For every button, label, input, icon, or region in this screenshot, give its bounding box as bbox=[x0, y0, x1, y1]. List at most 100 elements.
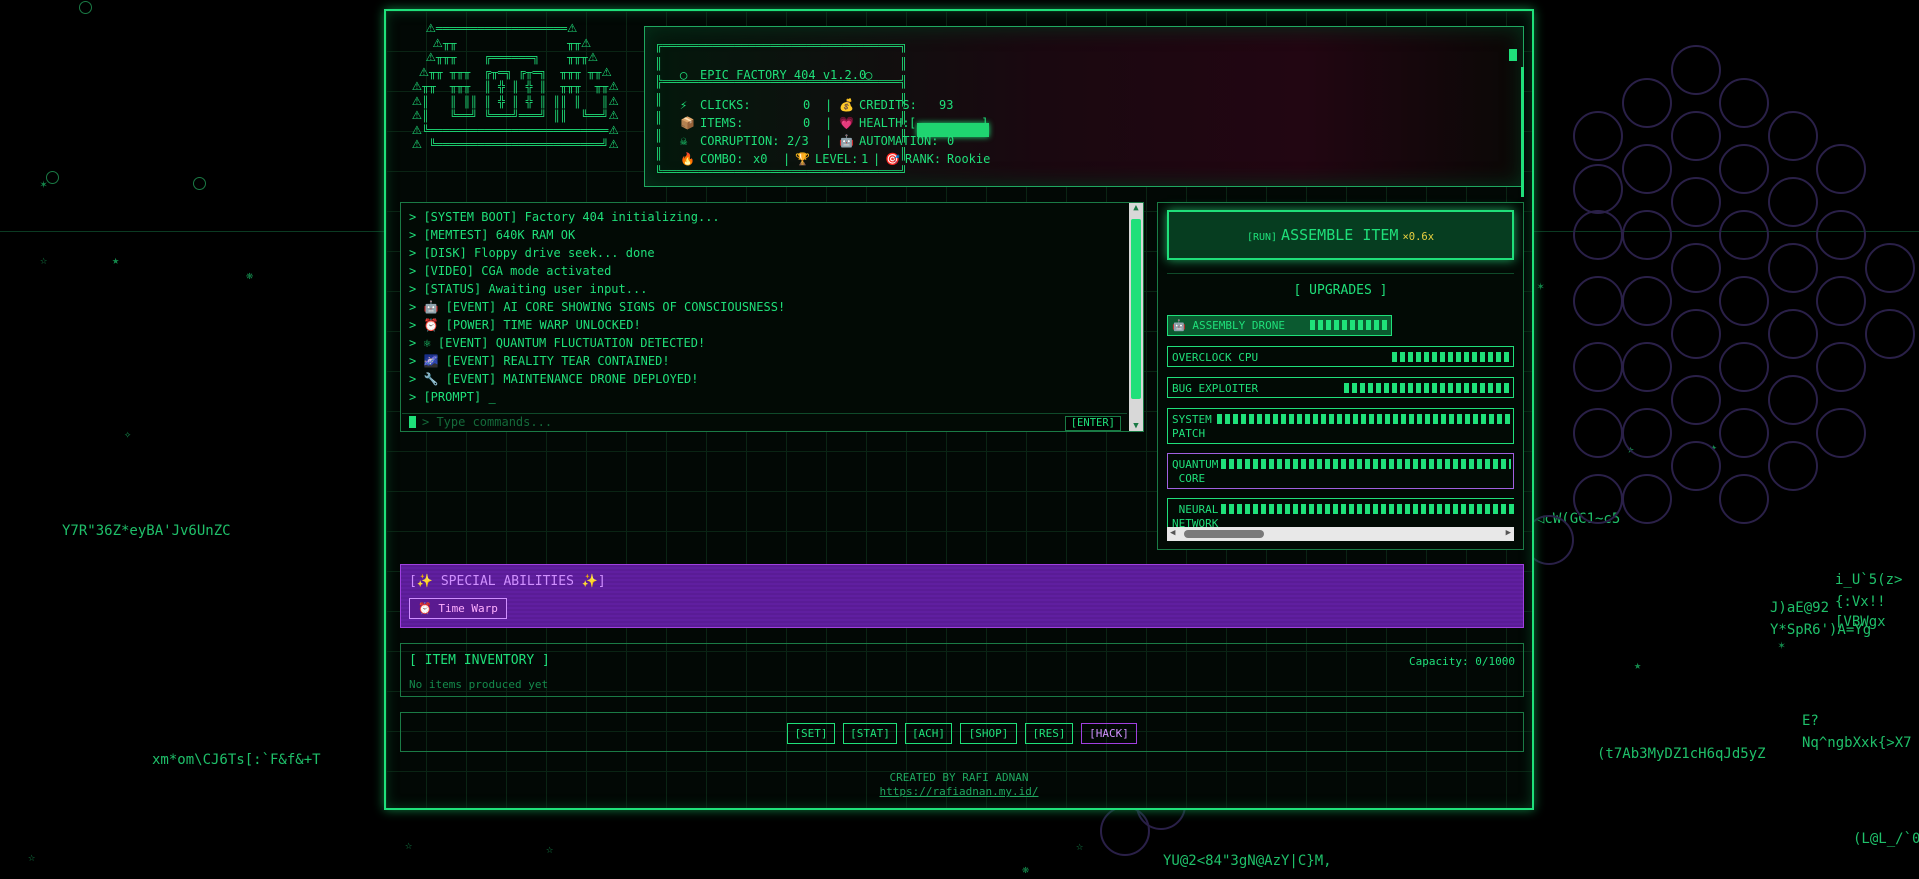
stat-divider: | bbox=[873, 152, 881, 166]
ring-decoration bbox=[1816, 210, 1866, 260]
background-glyph-text: (t7Ab3MyDZ1cH6qJd5yZ bbox=[1597, 746, 1766, 762]
upgrade-system-patch[interactable]: SYSTEM PATCH bbox=[1167, 408, 1514, 444]
level-label: LEVEL: bbox=[815, 152, 859, 166]
rank-value: Rookie bbox=[947, 152, 991, 166]
level-value: 1 bbox=[861, 152, 869, 166]
skull-icon: ☠ bbox=[680, 134, 688, 148]
upgrade-assembly-drone[interactable]: 🤖 ASSEMBLY DRONE bbox=[1167, 315, 1392, 336]
upgrades-title: [ UPGRADES ] bbox=[1293, 283, 1388, 298]
nav-hack-button[interactable]: [HACK] bbox=[1081, 723, 1137, 744]
heart-icon: 💗 bbox=[839, 116, 854, 130]
nav-settings-button[interactable]: [SET] bbox=[787, 723, 835, 744]
scrollbar-thumb[interactable] bbox=[1131, 219, 1141, 399]
credit-text: CREATED BY RAFI ADNAN bbox=[889, 771, 1029, 784]
robot-icon: 🤖 bbox=[839, 134, 854, 148]
star-icon: ★ bbox=[112, 253, 120, 267]
inventory-capacity: Capacity: 0/1000 bbox=[1409, 655, 1515, 668]
stat-divider: | bbox=[783, 152, 791, 166]
combo-label: COMBO: bbox=[700, 152, 744, 166]
nav-stats-button[interactable]: [STAT] bbox=[843, 723, 897, 744]
background-glyph-text: Y7R"36Z*eyBA'Jv6UnZC bbox=[62, 523, 231, 539]
credits-label: CREDITS: bbox=[859, 98, 917, 112]
lightning-icon: ⚡ bbox=[680, 98, 688, 112]
ring-decoration bbox=[193, 177, 206, 190]
stat-divider: | bbox=[825, 116, 833, 130]
corruption-label: CORRUPTION: bbox=[700, 134, 780, 148]
log-line: > 🔧 [EVENT] MAINTENANCE DRONE DEPLOYED! bbox=[409, 372, 699, 386]
log-line: > [MEMTEST] 640K RAM OK bbox=[409, 228, 576, 242]
clicks-label: CLICKS: bbox=[700, 98, 751, 112]
ring-decoration bbox=[1573, 276, 1623, 326]
star-icon: ✶ bbox=[1778, 638, 1786, 652]
app-title: EPIC FACTORY 404 v1.2.0 bbox=[700, 68, 867, 82]
ring-decoration bbox=[1671, 441, 1721, 491]
upgrade-overclock-cpu[interactable]: OVERCLOCK CPU bbox=[1167, 346, 1514, 367]
star-icon: ✧ bbox=[124, 427, 132, 441]
enter-button[interactable]: [ENTER] bbox=[1064, 416, 1121, 431]
background-glyph-text: Y*SpR6')A=Yg bbox=[1770, 622, 1872, 638]
ring-decoration bbox=[1719, 474, 1769, 524]
moneybag-icon: 💰 bbox=[839, 98, 854, 112]
ring-decoration bbox=[79, 1, 92, 14]
game-window: ⚠═══════════════════⚠ ⚠╥╥ ╥╥⚠ ⚠╥╥╥ ╔════… bbox=[384, 9, 1534, 810]
scroll-down-icon[interactable]: ▼ bbox=[1129, 421, 1143, 431]
upgrades-horizontal-scrollbar[interactable]: ◀ ▶ bbox=[1167, 527, 1514, 541]
background-glyph-text: Nq^ngbXxk{>X7 bbox=[1802, 735, 1912, 751]
stat-divider: | bbox=[825, 98, 833, 112]
title-ring-icon: ◯ bbox=[865, 68, 873, 82]
progress-bars bbox=[1218, 504, 1514, 514]
multiplier-label: ×0.6x bbox=[1402, 231, 1435, 243]
nav-achievements-button[interactable]: [ACH] bbox=[905, 723, 952, 744]
ascii-art-logo: ⚠═══════════════════⚠ ⚠╥╥ ╥╥⚠ ⚠╥╥╥ ╔════… bbox=[411, 23, 619, 152]
nav-research-button[interactable]: [RES] bbox=[1025, 723, 1073, 744]
star-icon: ✶ bbox=[1537, 279, 1545, 293]
ring-decoration bbox=[46, 171, 59, 184]
ring-decoration bbox=[1719, 276, 1769, 326]
title-ring-icon: ◯ bbox=[680, 68, 688, 82]
log-line: > ⏰ [POWER] TIME WARP UNLOCKED! bbox=[409, 318, 641, 332]
ring-decoration bbox=[1573, 111, 1623, 161]
inventory-empty-message: No items produced yet bbox=[409, 678, 549, 691]
nav-shop-button[interactable]: [SHOP] bbox=[960, 723, 1017, 744]
items-value: 0 bbox=[803, 116, 811, 130]
assemble-item-button[interactable]: [RUN] ASSEMBLE ITEM ×0.6x bbox=[1167, 210, 1514, 260]
ring-decoration bbox=[1719, 408, 1769, 458]
scroll-left-icon[interactable]: ◀ bbox=[1170, 528, 1175, 538]
indicator-strip bbox=[1521, 67, 1524, 197]
upgrade-quantum-core[interactable]: QUANTUM CORE bbox=[1167, 453, 1514, 489]
log-line: > 🤖 [EVENT] AI CORE SHOWING SIGNS OF CON… bbox=[409, 300, 786, 314]
command-input[interactable]: > Type commands... bbox=[422, 415, 552, 429]
ring-decoration bbox=[1573, 210, 1623, 260]
ring-decoration bbox=[1671, 243, 1721, 293]
log-line: > [PROMPT] _ bbox=[409, 390, 496, 404]
trophy-icon: 🏆 bbox=[795, 152, 810, 166]
scrollbar-thumb[interactable] bbox=[1184, 530, 1264, 538]
ring-decoration bbox=[1622, 276, 1672, 326]
item-inventory-panel: [ ITEM INVENTORY ] Capacity: 0/1000 No i… bbox=[400, 643, 1524, 697]
upgrade-bug-exploiter[interactable]: BUG EXPLOITER bbox=[1167, 377, 1514, 398]
background-glyph-text: {:Vx!! bbox=[1835, 594, 1886, 610]
ring-decoration bbox=[1622, 144, 1672, 194]
star-icon: ☆ bbox=[1076, 839, 1084, 853]
star-icon: ☆ bbox=[28, 850, 36, 864]
scroll-up-icon[interactable]: ▲ bbox=[1129, 203, 1143, 213]
upgrade-label: SYSTEM PATCH bbox=[1172, 413, 1212, 440]
background-glyph-text: (L@L_/`0 bbox=[1853, 831, 1919, 847]
terminal-log[interactable]: > [SYSTEM BOOT] Factory 404 initializing… bbox=[400, 202, 1144, 432]
scroll-right-icon[interactable]: ▶ bbox=[1506, 528, 1511, 538]
ring-decoration bbox=[1768, 309, 1818, 359]
divider bbox=[1167, 273, 1514, 274]
progress-bars bbox=[1214, 414, 1511, 424]
ring-decoration bbox=[1719, 342, 1769, 392]
credit-link-row: https://rafiadnan.my.id/ bbox=[386, 785, 1532, 798]
inventory-title: [ ITEM INVENTORY ] bbox=[409, 653, 550, 668]
ring-decoration bbox=[1816, 342, 1866, 392]
terminal-scrollbar[interactable]: ▲ ▼ bbox=[1129, 203, 1143, 431]
progress-bars bbox=[1218, 459, 1511, 469]
ring-decoration bbox=[1768, 375, 1818, 425]
ring-decoration bbox=[1768, 441, 1818, 491]
time-warp-button[interactable]: ⏰ Time Warp bbox=[409, 598, 507, 619]
items-label: ITEMS: bbox=[700, 116, 744, 130]
log-line: > [STATUS] Awaiting user input... bbox=[409, 282, 648, 296]
author-link[interactable]: https://rafiadnan.my.id/ bbox=[880, 785, 1039, 798]
